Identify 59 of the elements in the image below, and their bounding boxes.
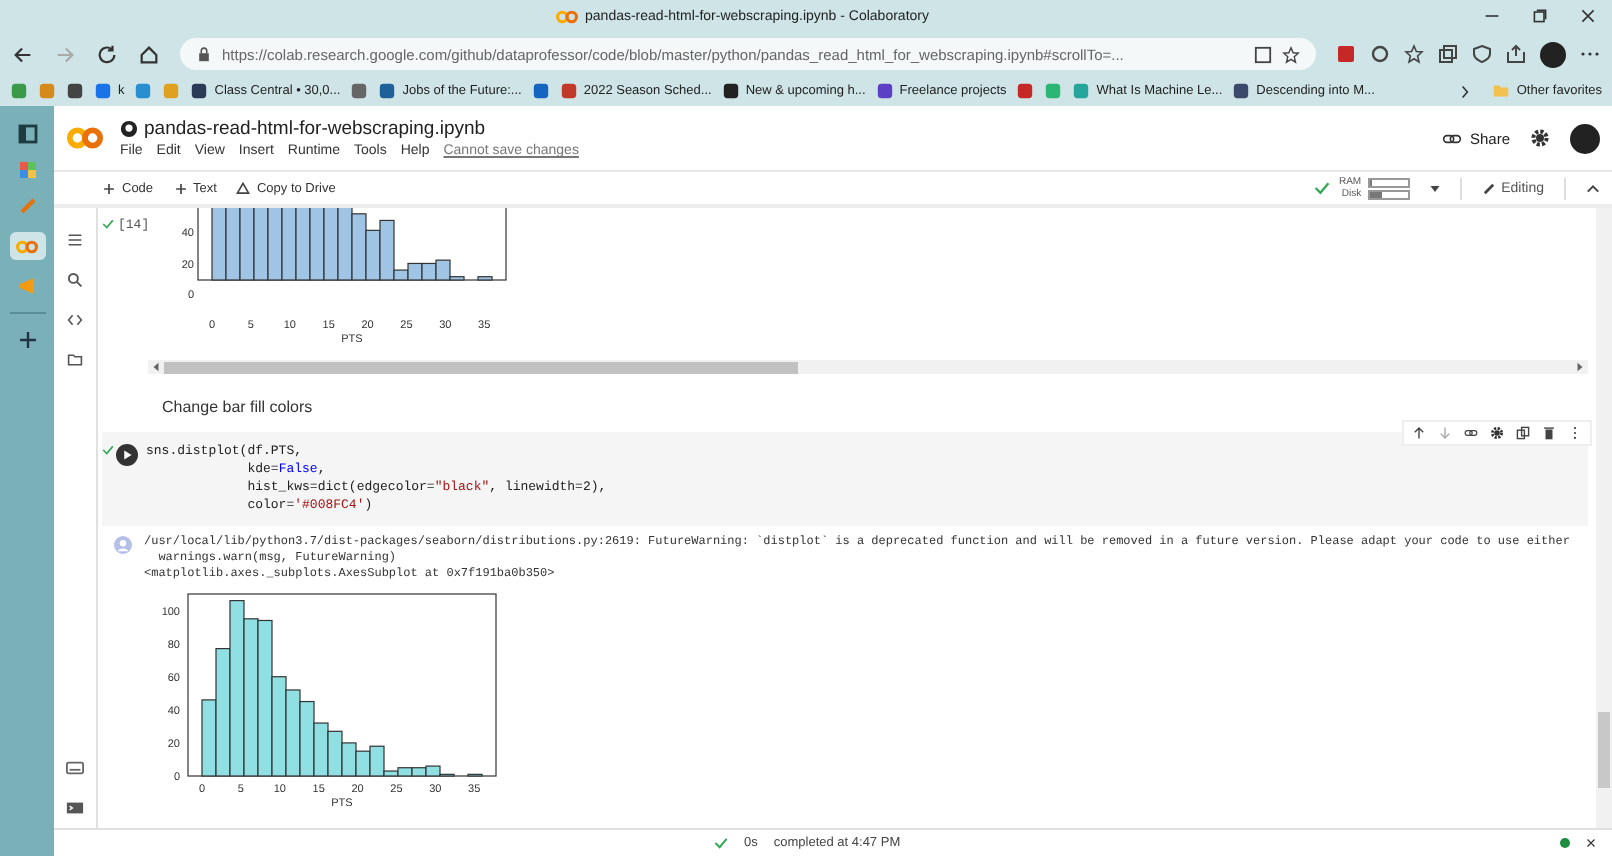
- success-check-icon: [102, 218, 114, 230]
- profile-avatar-icon[interactable]: [1540, 41, 1566, 67]
- bookmark-icon[interactable]: [66, 82, 84, 100]
- delete-icon[interactable]: [1542, 426, 1556, 440]
- check-icon: [714, 836, 728, 850]
- shield-icon[interactable]: [1472, 44, 1492, 64]
- move-up-icon[interactable]: [1412, 426, 1426, 440]
- link-icon[interactable]: [1441, 133, 1462, 143]
- favorites-icon[interactable]: [1404, 44, 1424, 64]
- code-brackets-icon[interactable]: [66, 312, 84, 328]
- dropdown-caret-icon[interactable]: [1429, 185, 1440, 191]
- chevron-right-icon[interactable]: [1460, 83, 1471, 99]
- colab-logo-icon: [16, 239, 38, 253]
- back-button[interactable]: [12, 43, 34, 65]
- horizontal-scrollbar[interactable]: [148, 360, 1588, 374]
- plus-icon[interactable]: [173, 181, 188, 195]
- mirror-cell-icon[interactable]: [1516, 426, 1530, 440]
- output-avatar-icon: [114, 536, 132, 554]
- share-icon[interactable]: [1506, 44, 1526, 64]
- collections-icon[interactable]: [1438, 44, 1458, 64]
- restore-button[interactable]: [1532, 8, 1548, 24]
- bookmark-icon[interactable]: [1016, 82, 1035, 100]
- collapse-caret-icon[interactable]: [1586, 183, 1600, 193]
- run-button[interactable]: [116, 444, 138, 466]
- star-icon[interactable]: [1282, 45, 1300, 63]
- notebook-title[interactable]: pandas-read-html-for-webscraping.ipynb: [144, 118, 486, 140]
- close-icon[interactable]: [1586, 838, 1596, 848]
- keyboard-icon[interactable]: [66, 760, 84, 776]
- bookmark-icon[interactable]: [531, 82, 550, 100]
- search-icon[interactable]: [66, 272, 84, 288]
- sidebar-panel-icon[interactable]: [17, 124, 37, 144]
- success-check-icon: [102, 444, 114, 456]
- scroll-right-icon[interactable]: [1576, 362, 1584, 372]
- account-avatar-icon[interactable]: [1570, 123, 1600, 153]
- terminal-icon[interactable]: [66, 800, 84, 816]
- bookmark-icon[interactable]: [350, 82, 369, 100]
- pencil-icon[interactable]: [1481, 181, 1496, 195]
- folder-icon[interactable]: [66, 352, 84, 368]
- close-button[interactable]: [1580, 8, 1596, 24]
- github-icon: [120, 120, 138, 138]
- link-icon[interactable]: [1464, 426, 1478, 440]
- plus-icon[interactable]: [102, 181, 116, 195]
- add-icon[interactable]: [17, 330, 37, 350]
- menu-icon[interactable]: [66, 232, 84, 248]
- home-button[interactable]: [138, 43, 160, 65]
- status-dot-icon: [1560, 838, 1570, 848]
- lock-icon: [196, 46, 212, 62]
- colab-logo[interactable]: [66, 126, 104, 150]
- settings-icon[interactable]: [1530, 128, 1550, 148]
- drive-icon[interactable]: [236, 181, 251, 195]
- markdown-text: Change bar fill colors: [162, 398, 313, 416]
- colab-logo-icon: [555, 9, 578, 23]
- folder-icon: [1492, 82, 1511, 100]
- settings-icon[interactable]: [1490, 426, 1504, 440]
- vertical-scrollbar[interactable]: [1596, 208, 1612, 828]
- reader-icon[interactable]: [1254, 45, 1272, 63]
- connected-check-icon: [1314, 180, 1331, 196]
- scroll-left-icon[interactable]: [152, 362, 160, 372]
- reload-button[interactable]: [96, 43, 118, 65]
